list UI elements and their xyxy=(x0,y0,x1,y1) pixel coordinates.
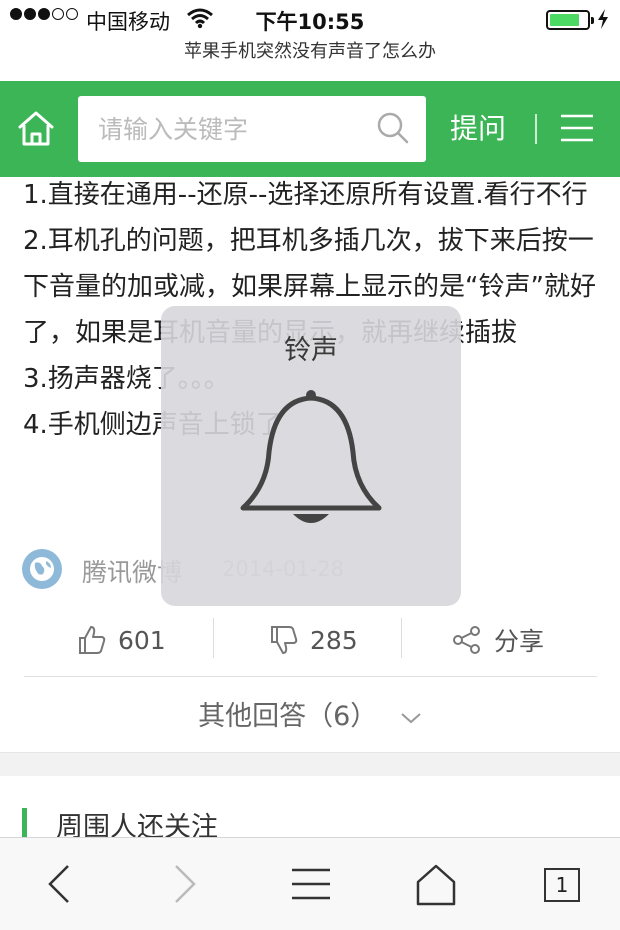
search-box xyxy=(78,96,426,162)
section-accent-bar xyxy=(22,808,27,838)
ringer-hud: 铃声 xyxy=(161,306,461,606)
globe-icon xyxy=(23,550,61,588)
other-answers-label: 其他回答（6） xyxy=(198,701,378,732)
search-input[interactable] xyxy=(78,96,378,162)
thumbs-up-icon xyxy=(79,626,106,654)
forward-arrow-icon[interactable] xyxy=(162,862,206,906)
back-arrow-icon[interactable] xyxy=(38,862,82,906)
search-icon[interactable] xyxy=(376,111,410,145)
answer-actions: 601 285 分享 xyxy=(0,615,620,665)
header-divider xyxy=(535,114,537,144)
other-answers-toggle[interactable]: 其他回答（6） xyxy=(0,694,620,733)
tab-count-button[interactable]: 1 xyxy=(544,868,580,902)
dislike-button[interactable]: 285 xyxy=(270,615,358,665)
like-count: 601 xyxy=(118,625,166,655)
share-label: 分享 xyxy=(494,627,545,656)
chevron-down-icon xyxy=(401,712,421,723)
share-button[interactable]: 分享 xyxy=(452,615,544,665)
status-bar: 中国移动 下午10:55 xyxy=(0,0,620,40)
action-divider xyxy=(401,618,402,658)
thumbs-down-icon xyxy=(271,626,298,654)
action-divider xyxy=(213,618,214,658)
ask-question-button[interactable]: 提问 xyxy=(450,109,506,149)
share-icon xyxy=(453,626,480,654)
page-subtitle: 苹果手机突然没有声音了怎么办 xyxy=(184,41,436,62)
charging-bolt-icon xyxy=(598,9,608,29)
hud-label: 铃声 xyxy=(284,335,338,366)
status-time: 下午10:55 xyxy=(255,10,365,34)
divider xyxy=(24,676,597,677)
source-avatar xyxy=(22,549,62,589)
home-icon[interactable] xyxy=(14,107,58,151)
hamburger-menu-icon[interactable] xyxy=(560,113,594,143)
menu-lines-icon[interactable] xyxy=(290,862,334,906)
battery-icon xyxy=(546,10,594,30)
answer-line: 1.直接在通用--还原--选择还原所有设置.看行不行 xyxy=(23,180,588,210)
section-separator xyxy=(0,752,620,776)
home-outline-icon[interactable] xyxy=(414,862,458,906)
like-button[interactable]: 601 xyxy=(78,615,166,665)
browser-toolbar: 1 xyxy=(0,837,620,930)
bell-icon xyxy=(240,390,382,523)
dislike-count: 285 xyxy=(310,625,358,655)
site-header: 提问 xyxy=(0,81,620,177)
